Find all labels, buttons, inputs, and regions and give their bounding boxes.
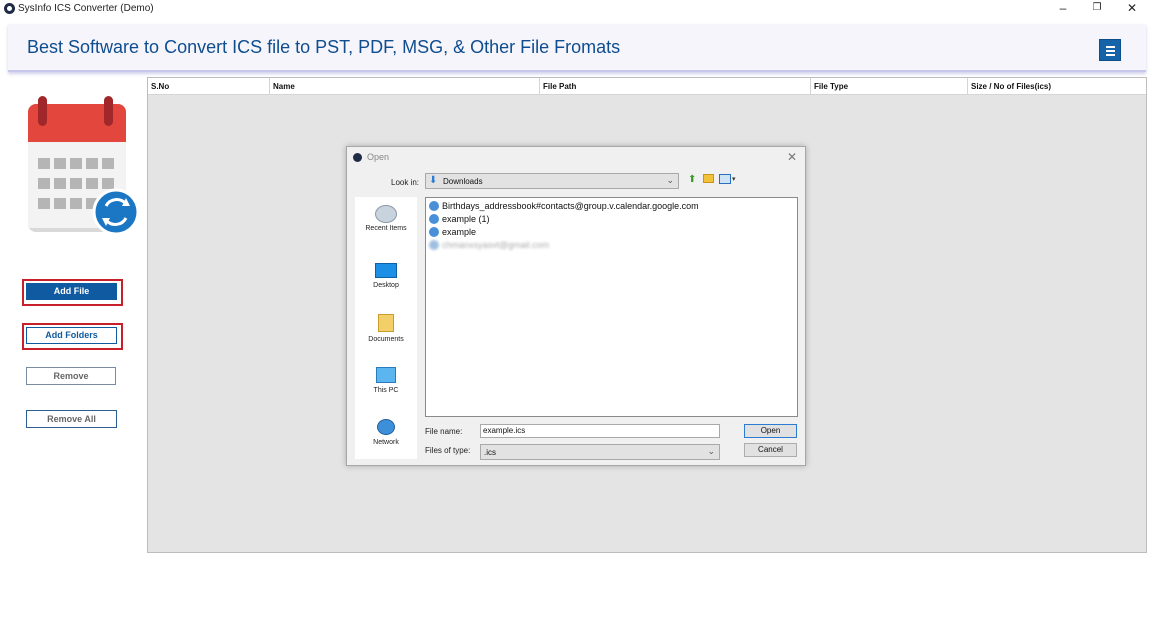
place-network-label: Network: [373, 439, 399, 446]
place-network[interactable]: Network: [355, 419, 417, 446]
place-documents-label: Documents: [368, 336, 404, 343]
dialog-title: Open: [367, 152, 390, 162]
remove-button[interactable]: Remove: [26, 367, 116, 385]
window-titlebar: SysInfo ICS Converter (Demo) – ❐ ✕: [0, 0, 1152, 18]
place-this-pc[interactable]: This PC: [355, 367, 417, 394]
file-name-input[interactable]: example.ics: [480, 424, 720, 438]
computer-icon: [376, 367, 396, 383]
hamburger-icon-line: [1106, 50, 1115, 52]
dialog-close-button[interactable]: ✕: [787, 150, 797, 164]
page-title: Best Software to Convert ICS file to PST…: [27, 37, 621, 57]
column-header-sno[interactable]: S.No: [148, 78, 268, 95]
window-title: SysInfo ICS Converter (Demo): [18, 3, 154, 14]
files-of-type-select[interactable]: .ics ⌄: [480, 444, 720, 460]
new-folder-icon[interactable]: [703, 174, 714, 183]
place-recent-items-label: Recent Items: [365, 225, 407, 232]
ics-file-icon: [429, 214, 439, 224]
view-dropdown-arrow-icon[interactable]: ▾: [732, 175, 736, 183]
calendar-sync-icon: [28, 96, 138, 236]
close-window-button[interactable]: ✕: [1115, 0, 1149, 18]
place-this-pc-label: This PC: [373, 387, 399, 394]
place-recent-items[interactable]: Recent Items: [355, 205, 417, 232]
list-item[interactable]: Birthdays_addressbook#contacts@group.v.c…: [428, 200, 699, 212]
files-of-type-label: Files of type:: [425, 446, 471, 455]
file-name-text: example: [442, 227, 477, 237]
file-name-text: Birthdays_addressbook#contacts@group.v.c…: [442, 201, 699, 211]
file-list[interactable]: Birthdays_addressbook#contacts@group.v.c…: [425, 197, 798, 417]
list-item[interactable]: chmanxsyasvt@gmail.com: [428, 239, 549, 251]
add-folders-button[interactable]: Add Folders: [26, 327, 117, 344]
column-header-name[interactable]: Name: [269, 78, 539, 95]
up-folder-icon[interactable]: ⬆: [688, 174, 696, 185]
place-desktop-label: Desktop: [373, 282, 399, 289]
list-item[interactable]: example: [428, 226, 476, 238]
chevron-down-icon: ⌄: [666, 175, 674, 185]
list-item[interactable]: example (1): [428, 213, 490, 225]
minimize-button[interactable]: –: [1046, 0, 1080, 18]
place-desktop[interactable]: Desktop: [355, 263, 417, 289]
network-globe-icon: [377, 419, 395, 435]
restore-button[interactable]: ❐: [1080, 0, 1114, 18]
column-header-file-type[interactable]: File Type: [810, 78, 967, 95]
cancel-button[interactable]: Cancel: [744, 443, 797, 457]
chevron-down-icon: ⌄: [707, 446, 715, 456]
column-header-file-path[interactable]: File Path: [539, 78, 810, 95]
file-name-text: example (1): [442, 214, 490, 224]
add-file-button[interactable]: Add File: [26, 283, 117, 300]
hamburger-icon: [1106, 46, 1115, 48]
places-sidebar: Recent Items Desktop Documents This PC N…: [355, 197, 417, 459]
file-name-label: File name:: [425, 427, 463, 436]
place-documents[interactable]: Documents: [355, 314, 417, 343]
desktop-icon: [375, 263, 397, 278]
look-in-value: Downloads: [443, 177, 483, 186]
open-button[interactable]: Open: [744, 424, 797, 438]
ics-file-icon: [429, 240, 439, 250]
app-logo-icon: [4, 3, 15, 14]
documents-folder-icon: [378, 314, 394, 332]
ics-file-icon: [429, 227, 439, 237]
download-arrow-icon: ⬇: [429, 175, 438, 186]
remove-all-button[interactable]: Remove All: [26, 410, 117, 428]
file-name-text: chmanxsyasvt@gmail.com: [442, 240, 550, 250]
look-in-label: Look in:: [391, 178, 420, 187]
column-header-size[interactable]: Size / No of Files(ics): [967, 78, 1146, 95]
table-header: S.No Name File Path File Type Size / No …: [148, 78, 1146, 95]
look-in-select[interactable]: ⬇ Downloads ⌄: [425, 173, 679, 189]
view-menu-icon[interactable]: [719, 174, 731, 184]
files-of-type-value: .ics: [484, 448, 496, 457]
dialog-app-icon: [353, 153, 362, 162]
open-file-dialog: Open ✕ Look in: ⬇ Downloads ⌄ ⬆ ▾ Recent…: [346, 146, 806, 466]
recent-items-icon: [375, 205, 397, 223]
hamburger-icon-line: [1106, 54, 1115, 56]
ics-file-icon: [429, 201, 439, 211]
header-banner: Best Software to Convert ICS file to PST…: [8, 24, 1146, 72]
hamburger-menu-button[interactable]: [1099, 39, 1121, 61]
